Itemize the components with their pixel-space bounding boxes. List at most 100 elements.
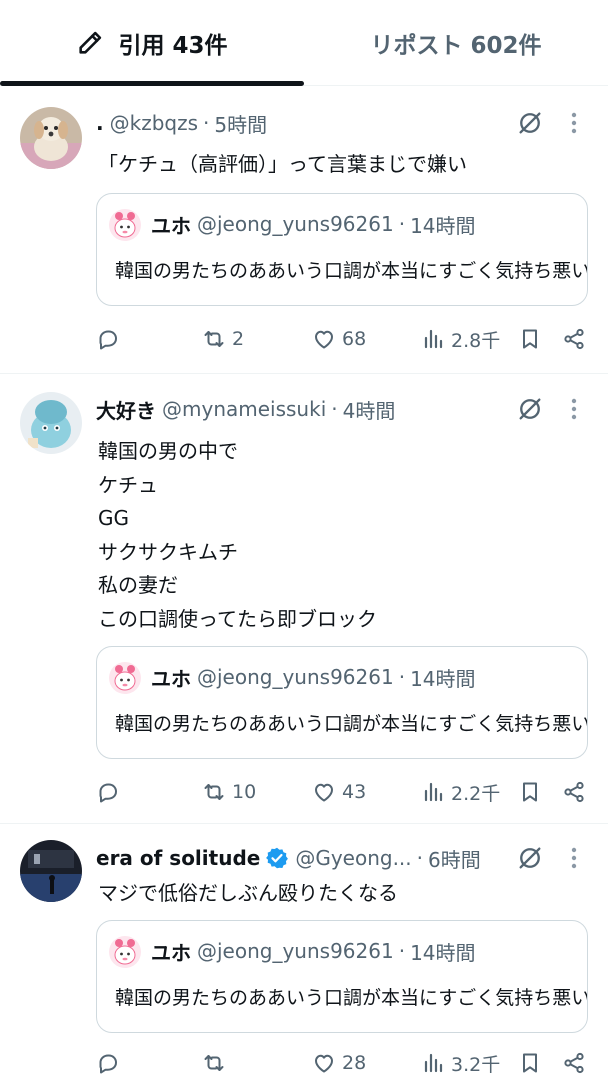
quoted-avatar (109, 662, 141, 694)
like-count: 28 (342, 1052, 367, 1074)
quoted-handle: @jeong_yuns96261 (197, 939, 394, 963)
avatar[interactable] (20, 107, 82, 169)
reply-button[interactable] (96, 776, 126, 808)
quoted-text: 韓国の男たちのああいう口調が本当にすごく気持ち悪い... (115, 260, 588, 282)
like-button[interactable]: 43 (312, 776, 366, 808)
display-name[interactable]: era of solitude (96, 846, 260, 870)
avatar[interactable] (20, 392, 82, 454)
quoted-header: ユホ @jeong_yuns96261 · 14時間 (151, 935, 476, 967)
share-button[interactable] (562, 323, 586, 355)
view-count: 2.8千 (451, 329, 501, 352)
bookmark-icon (523, 1053, 537, 1073)
tab-reposts[interactable]: リポスト 602件 (304, 0, 608, 86)
separator: · (416, 846, 424, 870)
like-button[interactable]: 68 (312, 323, 366, 355)
tweet[interactable]: era of solitude @Gyeong... · 6時間 マジで低俗だし… (0, 824, 608, 1088)
user-handle[interactable]: @Gyeong... (295, 846, 411, 870)
views-button[interactable]: 3.2千 (421, 1047, 500, 1079)
share-button[interactable] (562, 776, 586, 808)
views-icon (424, 1053, 443, 1073)
view-count: 3.2千 (451, 1053, 501, 1076)
like-count: 68 (342, 328, 367, 350)
quoted-avatar (109, 936, 141, 968)
more-vertical-icon[interactable] (566, 844, 582, 872)
action-bar: 10 43 2.2千 (0, 776, 608, 808)
quoted-timestamp: 14時間 (410, 213, 476, 238)
quoted-handle: @jeong_yuns96261 (197, 212, 394, 236)
verified-badge-icon (266, 847, 289, 869)
pencil-icon (79, 31, 102, 54)
repost-button[interactable]: 10 (202, 776, 256, 808)
views-icon (424, 782, 443, 802)
timestamp[interactable]: 5時間 (214, 109, 267, 138)
quoted-tweet[interactable]: ユホ @jeong_yuns96261 · 14時間 韓国の男たちのああいう口調… (96, 193, 588, 306)
reply-icon (99, 1054, 117, 1074)
heart-icon (315, 330, 333, 349)
timestamp[interactable]: 6時間 (428, 844, 481, 873)
quoted-timestamp: 14時間 (410, 940, 476, 965)
tweet[interactable]: . @kzbqzs · 5時間 「ケチュ（高評価）」って言葉まじで嫌い ユホ @… (0, 87, 608, 374)
like-button[interactable]: 28 (312, 1047, 366, 1079)
grok-icon[interactable] (516, 395, 544, 423)
quoted-display-name: ユホ (151, 940, 191, 965)
quoted-tweet[interactable]: ユホ @jeong_yuns96261 · 14時間 韓国の男たちのああいう口調… (96, 920, 588, 1033)
heart-icon (315, 783, 333, 802)
tweet-text-line: この口調使ってたら即ブロック (98, 606, 377, 631)
share-icon (564, 781, 584, 803)
repost-icon (204, 784, 224, 800)
bookmark-icon (523, 329, 537, 349)
bookmark-icon (523, 782, 537, 802)
separator: · (331, 397, 338, 421)
share-button[interactable] (562, 1047, 586, 1079)
user-handle[interactable]: @kzbqzs (110, 111, 198, 135)
grok-icon[interactable] (516, 844, 544, 872)
active-tab-indicator (0, 81, 304, 86)
action-bar: 28 3.2千 (0, 1047, 608, 1079)
tweet-text-line: ケチュ (98, 472, 158, 497)
views-button[interactable]: 2.8千 (421, 323, 500, 355)
quoted-text: 韓国の男たちのああいう口調が本当にすごく気持ち悪い... (115, 713, 588, 735)
tweet-text-line: GG (98, 506, 129, 530)
tweet[interactable]: 大好き @mynameissuki · 4時間 韓国の男の中で ケチュ GG サ… (0, 374, 608, 824)
quoted-handle: @jeong_yuns96261 (197, 665, 394, 689)
quoted-display-name: ユホ (151, 666, 191, 691)
grok-icon[interactable] (516, 109, 544, 137)
quoted-display-name: ユホ (151, 213, 191, 238)
quoted-timestamp: 14時間 (410, 666, 476, 691)
tweet-text: マジで低俗だしぶん殴りたくなる (98, 877, 398, 911)
tweet-text-line: 「ケチュ（高評価）」って言葉まじで嫌い (98, 152, 467, 176)
bookmark-button[interactable] (518, 1047, 542, 1079)
repost-icon (204, 331, 224, 347)
more-vertical-icon[interactable] (566, 109, 582, 137)
display-name[interactable]: . (96, 111, 104, 135)
separator: · (398, 665, 406, 689)
action-bar: 2 68 2.8千 (0, 323, 608, 355)
repost-button[interactable]: 2 (202, 323, 244, 355)
more-vertical-icon[interactable] (566, 395, 582, 423)
user-handle[interactable]: @mynameissuki (162, 397, 326, 421)
quoted-tweet[interactable]: ユホ @jeong_yuns96261 · 14時間 韓国の男たちのああいう口調… (96, 646, 588, 759)
tweet-text-line: 韓国の男の中で (98, 439, 238, 463)
display-name[interactable]: 大好き (96, 395, 156, 424)
repost-count: 10 (232, 781, 257, 803)
tweet-text-line: 私の妻だ (98, 573, 178, 597)
heart-icon (315, 1054, 333, 1073)
repost-button[interactable] (202, 1047, 232, 1079)
timestamp[interactable]: 4時間 (343, 395, 396, 424)
tab-reposts-label: リポスト 602件 (370, 33, 542, 59)
tweet-text: 「ケチュ（高評価）」って言葉まじで嫌い (98, 148, 467, 182)
like-count: 43 (342, 781, 367, 803)
bookmark-button[interactable] (518, 776, 542, 808)
avatar[interactable] (20, 840, 82, 902)
views-icon (424, 329, 443, 349)
repost-icon (204, 1055, 224, 1071)
bookmark-button[interactable] (518, 323, 542, 355)
tweet-text-line: マジで低俗だしぶん殴りたくなる (98, 881, 398, 905)
reply-button[interactable] (96, 1047, 126, 1079)
reply-button[interactable] (96, 323, 126, 355)
tab-quotes[interactable]: 引用 43件 (0, 0, 304, 86)
tweet-header: . @kzbqzs · 5時間 (96, 107, 267, 139)
separator: · (203, 111, 210, 135)
reply-icon (99, 330, 117, 350)
views-button[interactable]: 2.2千 (421, 776, 500, 808)
